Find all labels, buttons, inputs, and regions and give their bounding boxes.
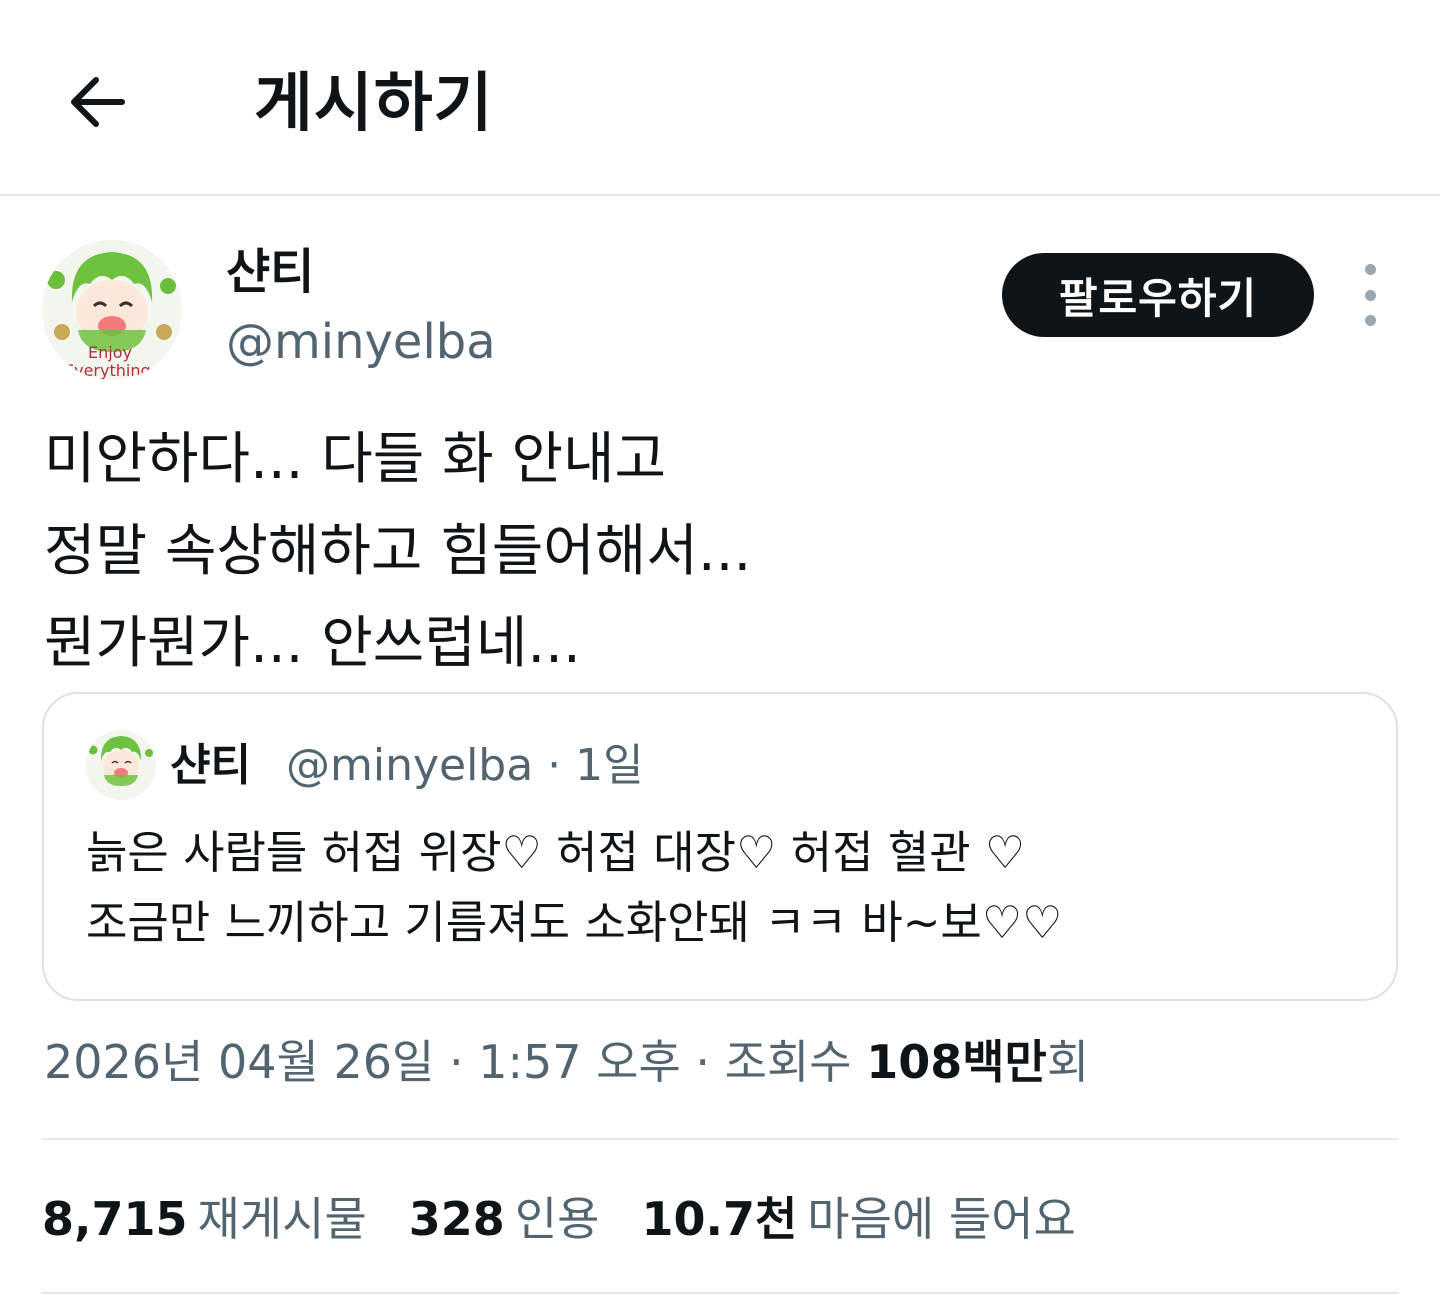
more-vertical-icon (1364, 315, 1376, 326)
quotes-stat[interactable]: 328 인용 (409, 1186, 600, 1252)
page-title: 게시하기 (254, 67, 494, 141)
quoted-line: 늙은 사람들 허접 위장♡ 허접 대장♡ 허접 혈관 ♡ (86, 826, 1026, 879)
author-name[interactable]: 샨티 (226, 240, 314, 304)
avatar-image (86, 730, 156, 800)
quotes-count: 328 (408, 1192, 505, 1246)
post-timestamp: 2026년 04월 26일 · 1:57 오후 · 조회수 108백만회 (44, 1028, 1089, 1096)
divider (42, 1292, 1398, 1294)
engagement-stats: 8,715 재게시물 328 인용 10.7천 마음에 들어요 (42, 1186, 1118, 1252)
reposts-count: 8,715 (42, 1192, 188, 1246)
arrow-left-icon (71, 77, 125, 127)
quoted-avatar (86, 730, 156, 800)
avatar-text: Everything (64, 361, 151, 380)
quotes-label: 인용 (514, 1192, 600, 1246)
avatar-image: Enjoy Everything (42, 240, 182, 380)
more-vertical-icon (1364, 289, 1376, 301)
divider (42, 1138, 1398, 1140)
reposts-label: 재게시물 (197, 1192, 367, 1246)
avatar[interactable]: Enjoy Everything (42, 240, 182, 380)
timestamp-text[interactable]: 2026년 04월 26일 · 1:57 오후 · 조회수 (44, 1035, 866, 1089)
back-button[interactable] (62, 66, 134, 138)
follow-button[interactable]: 팔로우하기 (1002, 253, 1314, 337)
likes-stat[interactable]: 10.7천 마음에 들어요 (641, 1186, 1075, 1252)
more-vertical-icon (1364, 264, 1376, 275)
views-suffix: 회 (1046, 1035, 1090, 1089)
quoted-line: 조금만 느끼하고 기름져도 소화안돼 ㅋㅋ 바~보♡♡ (86, 896, 1063, 949)
reposts-stat[interactable]: 8,715 재게시물 (42, 1186, 367, 1252)
post-line: 미안하다... 다들 화 안내고 (44, 427, 667, 492)
quoted-author-name: 샨티 (170, 740, 251, 791)
avatar-text: Enjoy (88, 343, 132, 362)
top-bar (0, 0, 1440, 196)
views-count: 108백만 (866, 1035, 1047, 1089)
likes-count: 10.7천 (641, 1192, 798, 1246)
more-options-button[interactable] (1344, 264, 1396, 326)
post-line: 정말 속상해하고 힘들어해서... (44, 519, 752, 584)
quoted-post-text: 늙은 사람들 허접 위장♡ 허접 대장♡ 허접 혈관 ♡ 조금만 느끼하고 기름… (86, 818, 1063, 958)
likes-label: 마음에 들어요 (807, 1192, 1076, 1246)
quoted-author-meta: @minyelba · 1일 (286, 740, 644, 791)
post-text: 미안하다... 다들 화 안내고 정말 속상해하고 힘들어해서... 뭔가뭔가.… (44, 414, 751, 690)
post-line: 뭔가뭔가... 안쓰럽네... (44, 611, 581, 676)
author-handle[interactable]: @minyelba (226, 310, 496, 374)
